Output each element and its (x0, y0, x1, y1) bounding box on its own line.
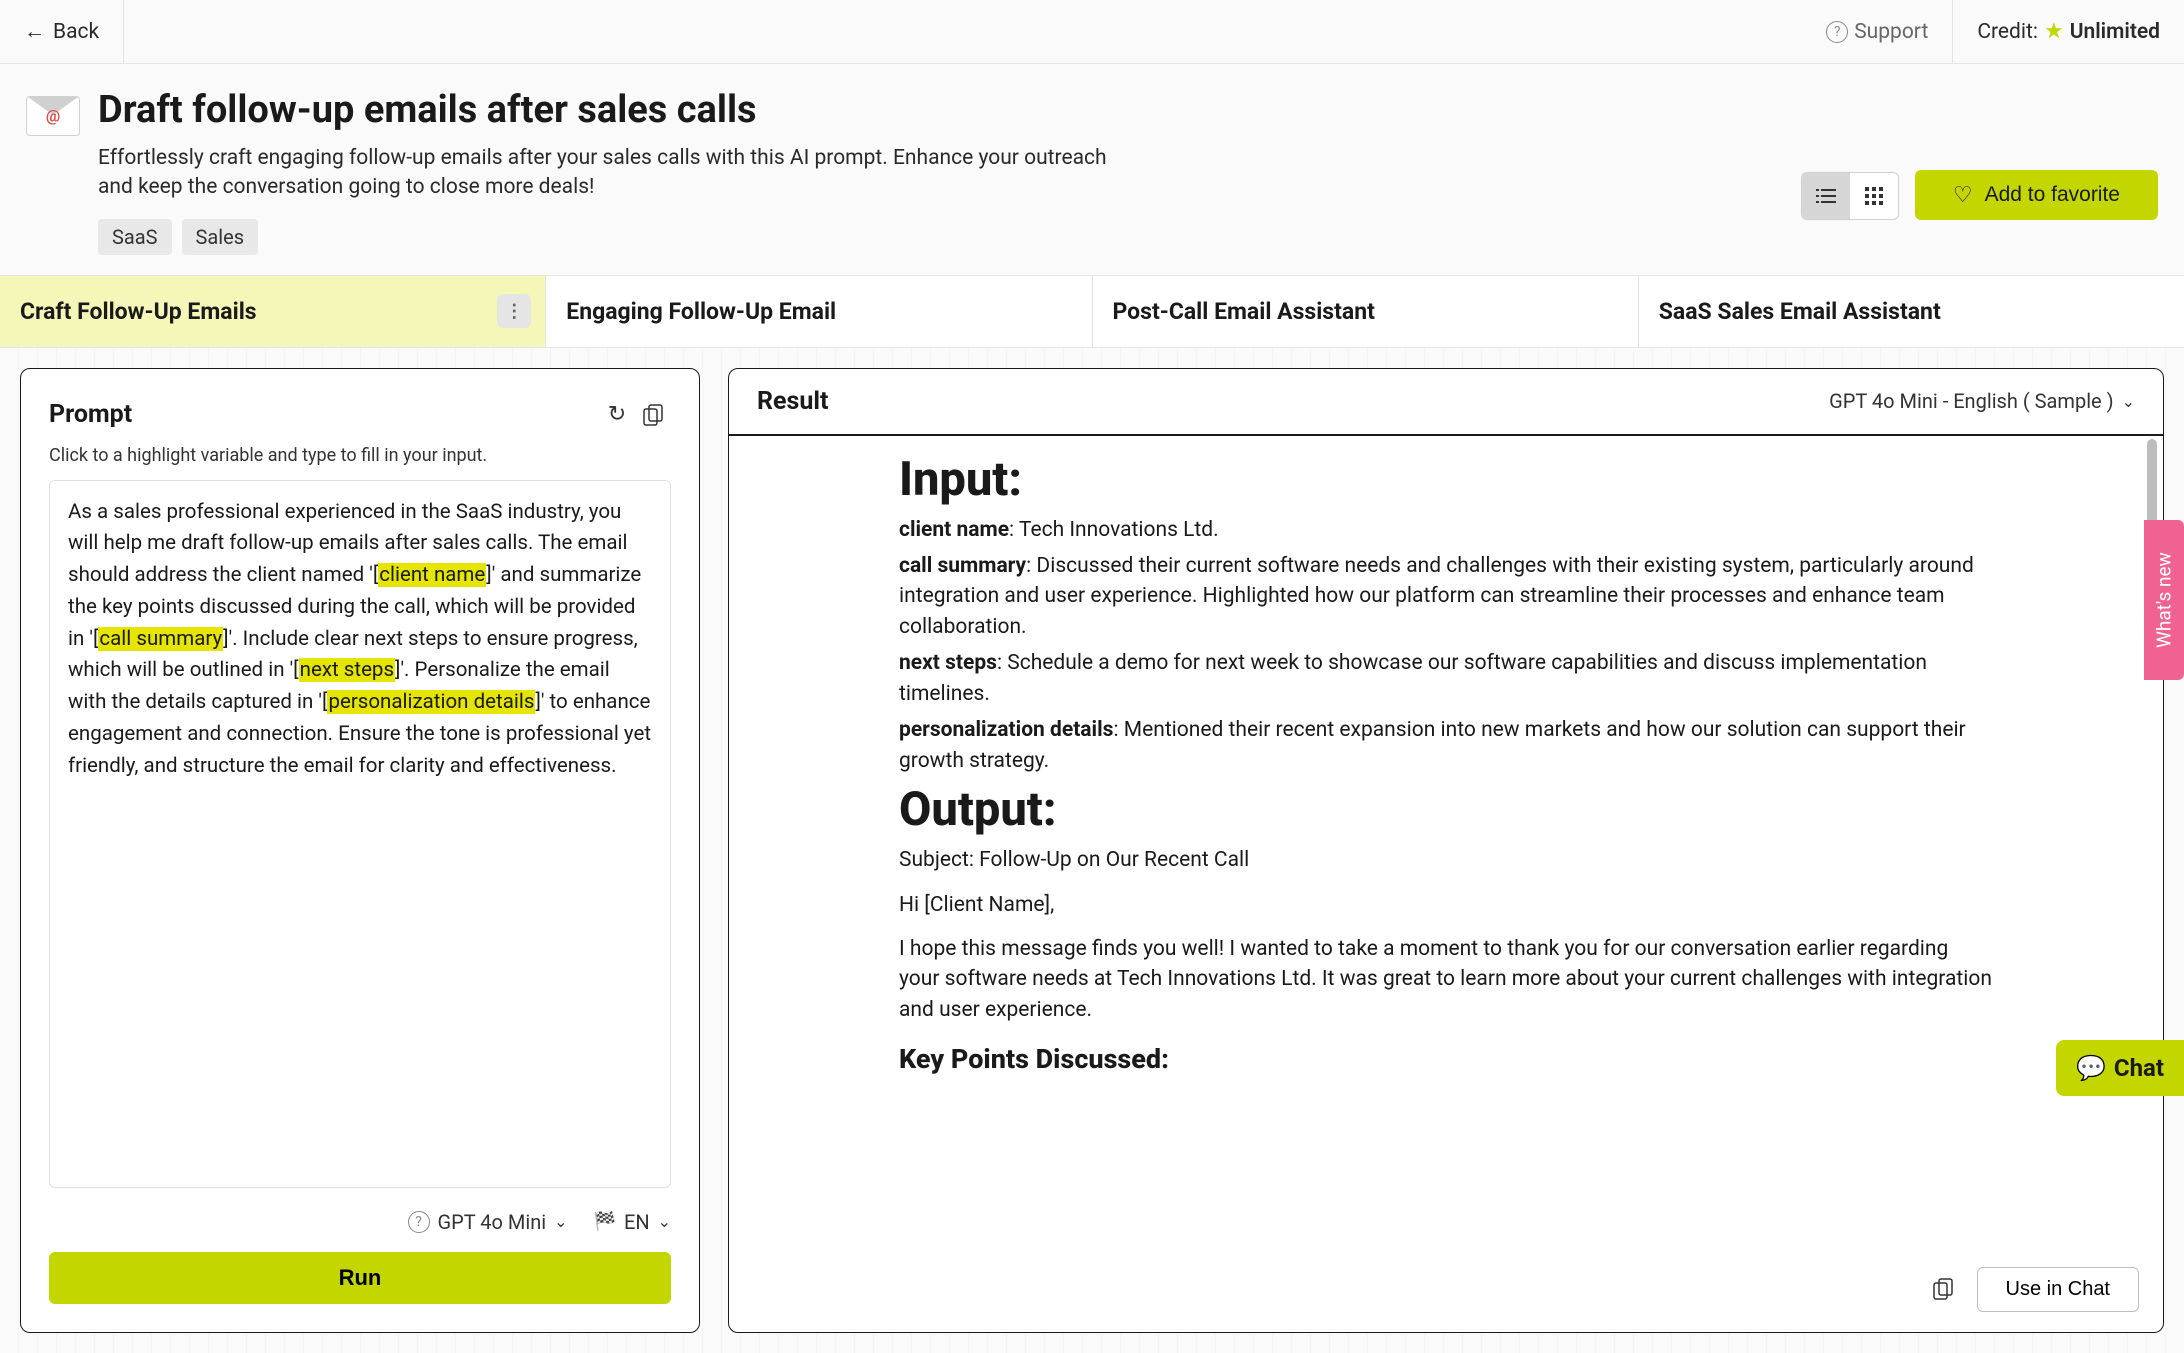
support-link[interactable]: ? Support (1802, 0, 1953, 63)
refresh-icon: ↻ (608, 402, 626, 427)
content-area: Prompt ↻ Click to a highlight variable a… (0, 348, 2184, 1353)
chat-label: Chat (2114, 1054, 2164, 1082)
output-body-1: I hope this message finds you well! I wa… (899, 934, 1993, 1025)
prompt-title: Prompt (49, 400, 599, 429)
use-in-chat-label: Use in Chat (2006, 1278, 2111, 1300)
add-to-favorite-button[interactable]: ♡ Add to favorite (1915, 170, 2158, 220)
chevron-down-icon: ⌄ (658, 1212, 671, 1231)
use-in-chat-button[interactable]: Use in Chat (1977, 1267, 2140, 1312)
page-header: @ Draft follow-up emails after sales cal… (0, 64, 2184, 275)
chat-bubble-icon: 💬 (2076, 1054, 2106, 1082)
input-client-name: client name: Tech Innovations Ltd. (899, 515, 1993, 545)
support-label: Support (1854, 20, 1928, 44)
chevron-down-icon: ⌄ (554, 1212, 567, 1231)
star-icon: ★ (2044, 19, 2064, 44)
credit-label: Credit: (1977, 20, 2038, 44)
refresh-button[interactable]: ↻ (599, 397, 635, 433)
output-subheading: Key Points Discussed: (899, 1043, 1993, 1075)
tab-label: Craft Follow-Up Emails (20, 298, 257, 325)
flag-icon: 🏁 (594, 1211, 616, 1232)
favorite-label: Add to favorite (1985, 183, 2120, 207)
copy-result-button[interactable] (1925, 1271, 1961, 1307)
envelope-icon: @ (26, 96, 80, 136)
arrow-left-icon: ← (24, 20, 45, 44)
page-title: Draft follow-up emails after sales calls (98, 90, 1118, 132)
more-vertical-icon: ⋮ (505, 301, 523, 322)
prompt-editor[interactable]: As a sales professional experienced in t… (49, 480, 671, 1188)
credit-display: Credit: ★ Unlimited (1953, 19, 2184, 44)
run-label: Run (339, 1265, 382, 1290)
tab-post-call-assistant[interactable]: Post-Call Email Assistant (1093, 276, 1639, 347)
help-icon: ? (408, 1211, 430, 1233)
output-subject: Subject: Follow-Up on Our Recent Call (899, 845, 1993, 875)
result-select-label: GPT 4o Mini - English ( Sample ) (1829, 389, 2113, 413)
prompt-panel: Prompt ↻ Click to a highlight variable a… (20, 368, 700, 1333)
credit-value: Unlimited (2070, 20, 2160, 44)
grid-icon (1865, 187, 1883, 205)
language-label: EN (624, 1210, 650, 1234)
variable-client-name[interactable]: client name (378, 563, 486, 587)
input-personalization: personalization details: Mentioned their… (899, 715, 1993, 776)
result-sample-select[interactable]: GPT 4o Mini - English ( Sample ) ⌄ (1829, 389, 2135, 413)
variable-personalization[interactable]: personalization details (327, 690, 535, 714)
whats-new-label: What's new (2153, 552, 2176, 648)
language-select[interactable]: 🏁 EN ⌄ (594, 1210, 671, 1234)
top-bar: ← Back ? Support Credit: ★ Unlimited (0, 0, 2184, 64)
list-icon (1816, 188, 1836, 204)
tab-engaging-follow-up[interactable]: Engaging Follow-Up Email (546, 276, 1092, 347)
chat-fab[interactable]: 💬 Chat (2056, 1040, 2184, 1096)
tab-menu-button[interactable]: ⋮ (497, 294, 531, 328)
tab-label: Post-Call Email Assistant (1113, 298, 1375, 325)
prompt-tabs: Craft Follow-Up Emails ⋮ Engaging Follow… (0, 275, 2184, 348)
tag-sales[interactable]: Sales (182, 219, 259, 255)
page-subtitle: Effortlessly craft engaging follow-up em… (98, 144, 1118, 203)
output-greeting: Hi [Client Name], (899, 890, 1993, 920)
grid-view-button[interactable] (1850, 173, 1898, 219)
prompt-helper-text: Click to a highlight variable and type t… (49, 445, 671, 466)
chevron-down-icon: ⌄ (2122, 392, 2135, 411)
result-panel: Result GPT 4o Mini - English ( Sample ) … (728, 368, 2164, 1333)
tab-craft-follow-up[interactable]: Craft Follow-Up Emails ⋮ (0, 276, 546, 347)
tab-saas-sales-assistant[interactable]: SaaS Sales Email Assistant (1639, 276, 2184, 347)
heart-icon: ♡ (1953, 182, 1973, 208)
output-heading: Output: (899, 782, 1993, 837)
list-view-button[interactable] (1802, 173, 1850, 219)
copy-icon (1933, 1278, 1953, 1300)
input-call-summary: call summary: Discussed their current so… (899, 551, 1993, 642)
model-label: GPT 4o Mini (438, 1210, 547, 1234)
tab-label: Engaging Follow-Up Email (566, 298, 836, 325)
copy-icon (643, 404, 663, 426)
tab-label: SaaS Sales Email Assistant (1659, 298, 1941, 325)
result-body[interactable]: Input: client name: Tech Innovations Ltd… (729, 436, 2163, 1332)
input-next-steps: next steps: Schedule a demo for next wee… (899, 648, 1993, 709)
help-icon: ? (1826, 21, 1848, 43)
input-heading: Input: (899, 452, 1993, 507)
view-toggle (1801, 172, 1899, 220)
run-button[interactable]: Run (49, 1252, 671, 1304)
back-button[interactable]: ← Back (0, 0, 124, 63)
variable-next-steps[interactable]: next steps (299, 658, 395, 682)
copy-prompt-button[interactable] (635, 397, 671, 433)
tag-saas[interactable]: SaaS (98, 219, 172, 255)
model-select[interactable]: ? GPT 4o Mini ⌄ (408, 1210, 568, 1234)
result-title: Result (757, 387, 828, 416)
back-label: Back (53, 20, 99, 44)
variable-call-summary[interactable]: call summary (98, 627, 223, 651)
whats-new-tab[interactable]: What's new (2144, 520, 2184, 680)
